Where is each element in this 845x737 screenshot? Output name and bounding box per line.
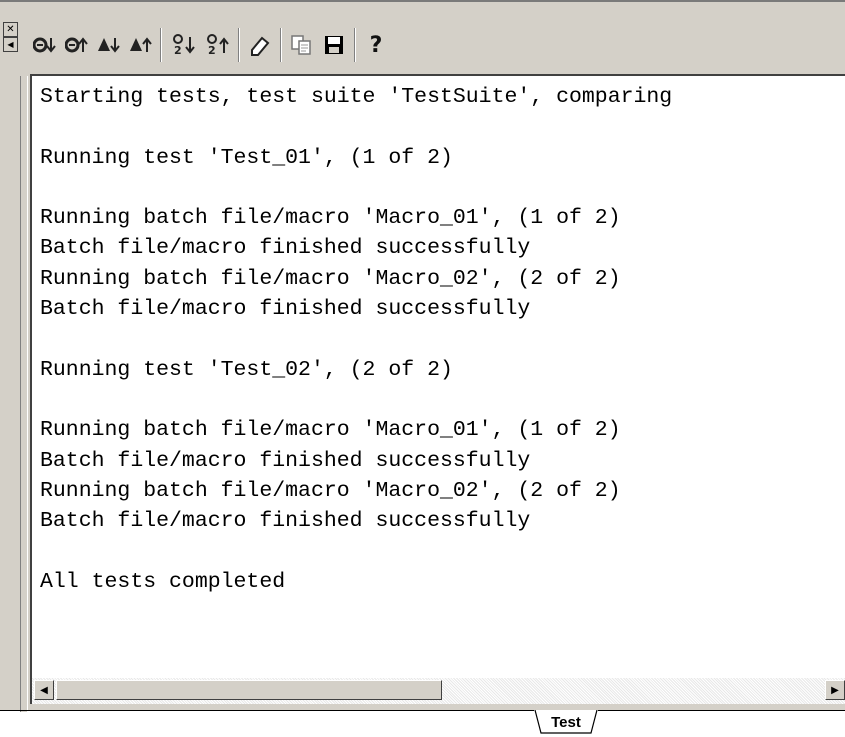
log-line: Running batch file/macro 'Macro_02', (2 … (40, 266, 621, 291)
window-control-strip: ✕ ◀ (0, 16, 18, 72)
sort-warnings-descending-icon[interactable] (96, 28, 124, 62)
log-line: All tests completed (40, 569, 286, 594)
scroll-left-icon[interactable]: ◀ (34, 680, 54, 700)
sort-errors-descending-icon[interactable] (32, 28, 60, 62)
log-line: Running batch file/macro 'Macro_01', (1 … (40, 206, 621, 231)
save-icon[interactable] (320, 28, 348, 62)
log-line: Batch file/macro finished successfully (40, 297, 531, 322)
panel-rail (20, 76, 28, 712)
log-line: Batch file/macro finished successfully (40, 448, 531, 473)
sort-errors-ascending-icon[interactable] (64, 28, 92, 62)
log-line: Running test 'Test_01', (1 of 2) (40, 145, 453, 170)
tab-strip: Test (0, 710, 845, 737)
close-icon[interactable]: ✕ (3, 22, 18, 37)
output-window: ✕ ◀ 2 2 ? Starting tests, test suite 'Te… (0, 0, 845, 712)
scrollbar-thumb[interactable] (56, 680, 442, 700)
log-lines: Starting tests, test suite 'TestSuite', … (32, 76, 845, 597)
svg-text:2: 2 (208, 44, 216, 56)
tab-test[interactable]: Test (534, 710, 598, 734)
svg-text:2: 2 (174, 44, 182, 56)
log-text-area[interactable]: Starting tests, test suite 'TestSuite', … (30, 74, 845, 678)
log-line: Batch file/macro finished successfully (40, 509, 531, 534)
tab-test-label: Test (551, 713, 581, 731)
log-line: Starting tests, test suite 'TestSuite', … (40, 85, 673, 109)
help-icon[interactable]: ? (362, 28, 390, 62)
log-line: Running batch file/macro 'Macro_01', (1 … (40, 418, 621, 443)
scroll-right-icon[interactable]: ▶ (825, 680, 845, 700)
toolbar: 2 2 ? (20, 16, 845, 76)
scroll-left-arrow-icon[interactable]: ◀ (3, 37, 18, 52)
log-line: Batch file/macro finished successfully (40, 236, 531, 261)
sort-info-descending-icon[interactable]: 2 (170, 28, 198, 62)
sort-warnings-ascending-icon[interactable] (128, 28, 156, 62)
eraser-icon[interactable] (246, 28, 274, 62)
log-line: Running batch file/macro 'Macro_02', (2 … (40, 478, 621, 503)
log-line: Running test 'Test_02', (2 of 2) (40, 357, 453, 382)
horizontal-scrollbar[interactable]: ◀ ▶ (30, 678, 845, 704)
output-panel: Starting tests, test suite 'TestSuite', … (20, 74, 845, 712)
sort-info-ascending-icon[interactable]: 2 (204, 28, 232, 62)
copy-icon[interactable] (288, 28, 316, 62)
